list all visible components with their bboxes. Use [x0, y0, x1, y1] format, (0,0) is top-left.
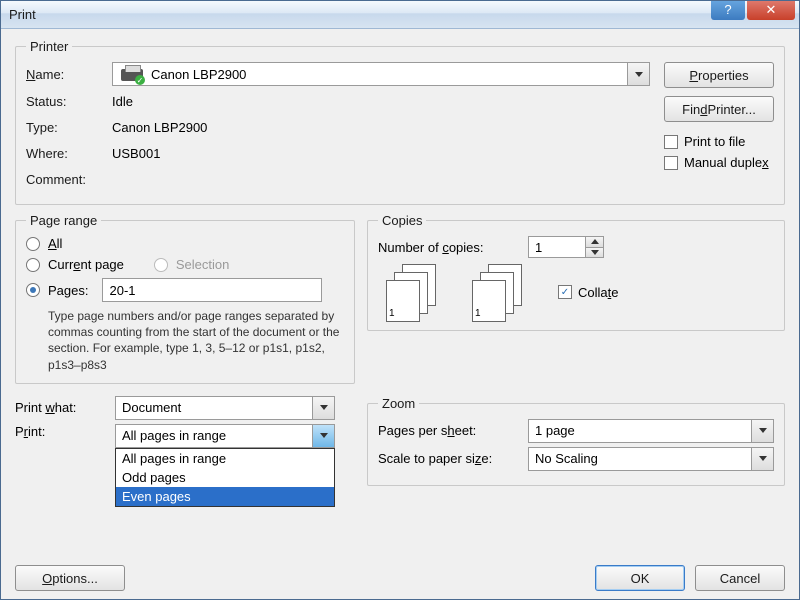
options-button[interactable]: Options...	[15, 565, 125, 591]
titlebar: Print ? ✕	[1, 1, 799, 29]
printer-icon: ✓	[121, 65, 143, 83]
find-printer-button[interactable]: Find Printer...	[664, 96, 774, 122]
print-what-label: Print what:	[15, 400, 115, 415]
num-copies-label: Number of copies:	[378, 240, 528, 255]
collate-illustration: 321 321 ✓ Collate	[386, 264, 774, 320]
print-option-even[interactable]: Even pages	[116, 487, 334, 506]
printer-legend: Printer	[26, 39, 72, 54]
print-what-select[interactable]: Document	[115, 396, 335, 420]
zoom-legend: Zoom	[378, 396, 419, 411]
printer-name-label: Name:	[26, 67, 112, 82]
cancel-button[interactable]: Cancel	[695, 565, 785, 591]
page-range-hint: Type page numbers and/or page ranges sep…	[26, 308, 344, 373]
status-value: Idle	[112, 94, 133, 109]
spinner-down[interactable]	[585, 247, 603, 258]
close-button[interactable]: ✕	[747, 0, 795, 20]
window-title: Print	[9, 7, 36, 22]
radio-icon	[26, 258, 40, 272]
chevron-down-icon[interactable]	[312, 425, 334, 447]
print-label: Print:	[15, 424, 115, 439]
ok-button[interactable]: OK	[595, 565, 685, 591]
zoom-group: Zoom Pages per sheet: 1 page Scale to pa…	[367, 396, 785, 486]
print-to-file-checkbox[interactable]: Print to file	[664, 134, 774, 149]
where-label: Where:	[26, 146, 112, 161]
range-current-radio[interactable]: Current page	[26, 257, 124, 272]
pages-input[interactable]: 20-1	[102, 278, 322, 302]
checkbox-icon	[664, 135, 678, 149]
range-pages-radio[interactable]: Pages: 20-1	[26, 278, 344, 302]
num-copies-input[interactable]: 1	[528, 236, 604, 258]
checkbox-icon: ✓	[558, 285, 572, 299]
copies-group: Copies Number of copies: 1 321	[367, 213, 785, 331]
print-dropdown-list: All pages in range Odd pages Even pages	[115, 448, 335, 507]
spinner-up[interactable]	[585, 237, 603, 247]
page-range-group: Page range All Current page Selection	[15, 213, 355, 384]
type-value: Canon LBP2900	[112, 120, 207, 135]
chevron-down-icon[interactable]	[751, 448, 773, 470]
range-selection-radio: Selection	[154, 257, 229, 272]
radio-icon	[26, 283, 40, 297]
print-dialog: Print ? ✕ Printer Name: ✓ Canon LBP2900	[0, 0, 800, 600]
pages-per-sheet-select[interactable]: 1 page	[528, 419, 774, 443]
window-controls: ? ✕	[709, 4, 795, 26]
comment-label: Comment:	[26, 172, 112, 187]
print-option-odd[interactable]: Odd pages	[116, 468, 334, 487]
collate-checkbox[interactable]: ✓ Collate	[558, 285, 618, 300]
radio-icon	[154, 258, 168, 272]
scale-label: Scale to paper size:	[378, 451, 528, 466]
printer-name-value: Canon LBP2900	[151, 67, 246, 82]
type-label: Type:	[26, 120, 112, 135]
page-range-legend: Page range	[26, 213, 101, 228]
help-button[interactable]: ?	[711, 0, 745, 20]
where-value: USB001	[112, 146, 160, 161]
checkbox-icon	[664, 156, 678, 170]
copies-legend: Copies	[378, 213, 426, 228]
printer-name-select[interactable]: ✓ Canon LBP2900	[112, 62, 650, 86]
manual-duplex-checkbox[interactable]: Manual duplex	[664, 155, 774, 170]
radio-icon	[26, 237, 40, 251]
print-option-all[interactable]: All pages in range	[116, 449, 334, 468]
scale-select[interactable]: No Scaling	[528, 447, 774, 471]
printer-group: Printer Name: ✓ Canon LBP2900	[15, 39, 785, 205]
chevron-down-icon[interactable]	[627, 63, 649, 85]
chevron-down-icon[interactable]	[312, 397, 334, 419]
chevron-down-icon[interactable]	[751, 420, 773, 442]
status-label: Status:	[26, 94, 112, 109]
print-select[interactable]: All pages in range	[115, 424, 335, 448]
properties-button[interactable]: Properties	[664, 62, 774, 88]
range-all-radio[interactable]: All	[26, 236, 344, 251]
pages-per-sheet-label: Pages per sheet:	[378, 423, 528, 438]
